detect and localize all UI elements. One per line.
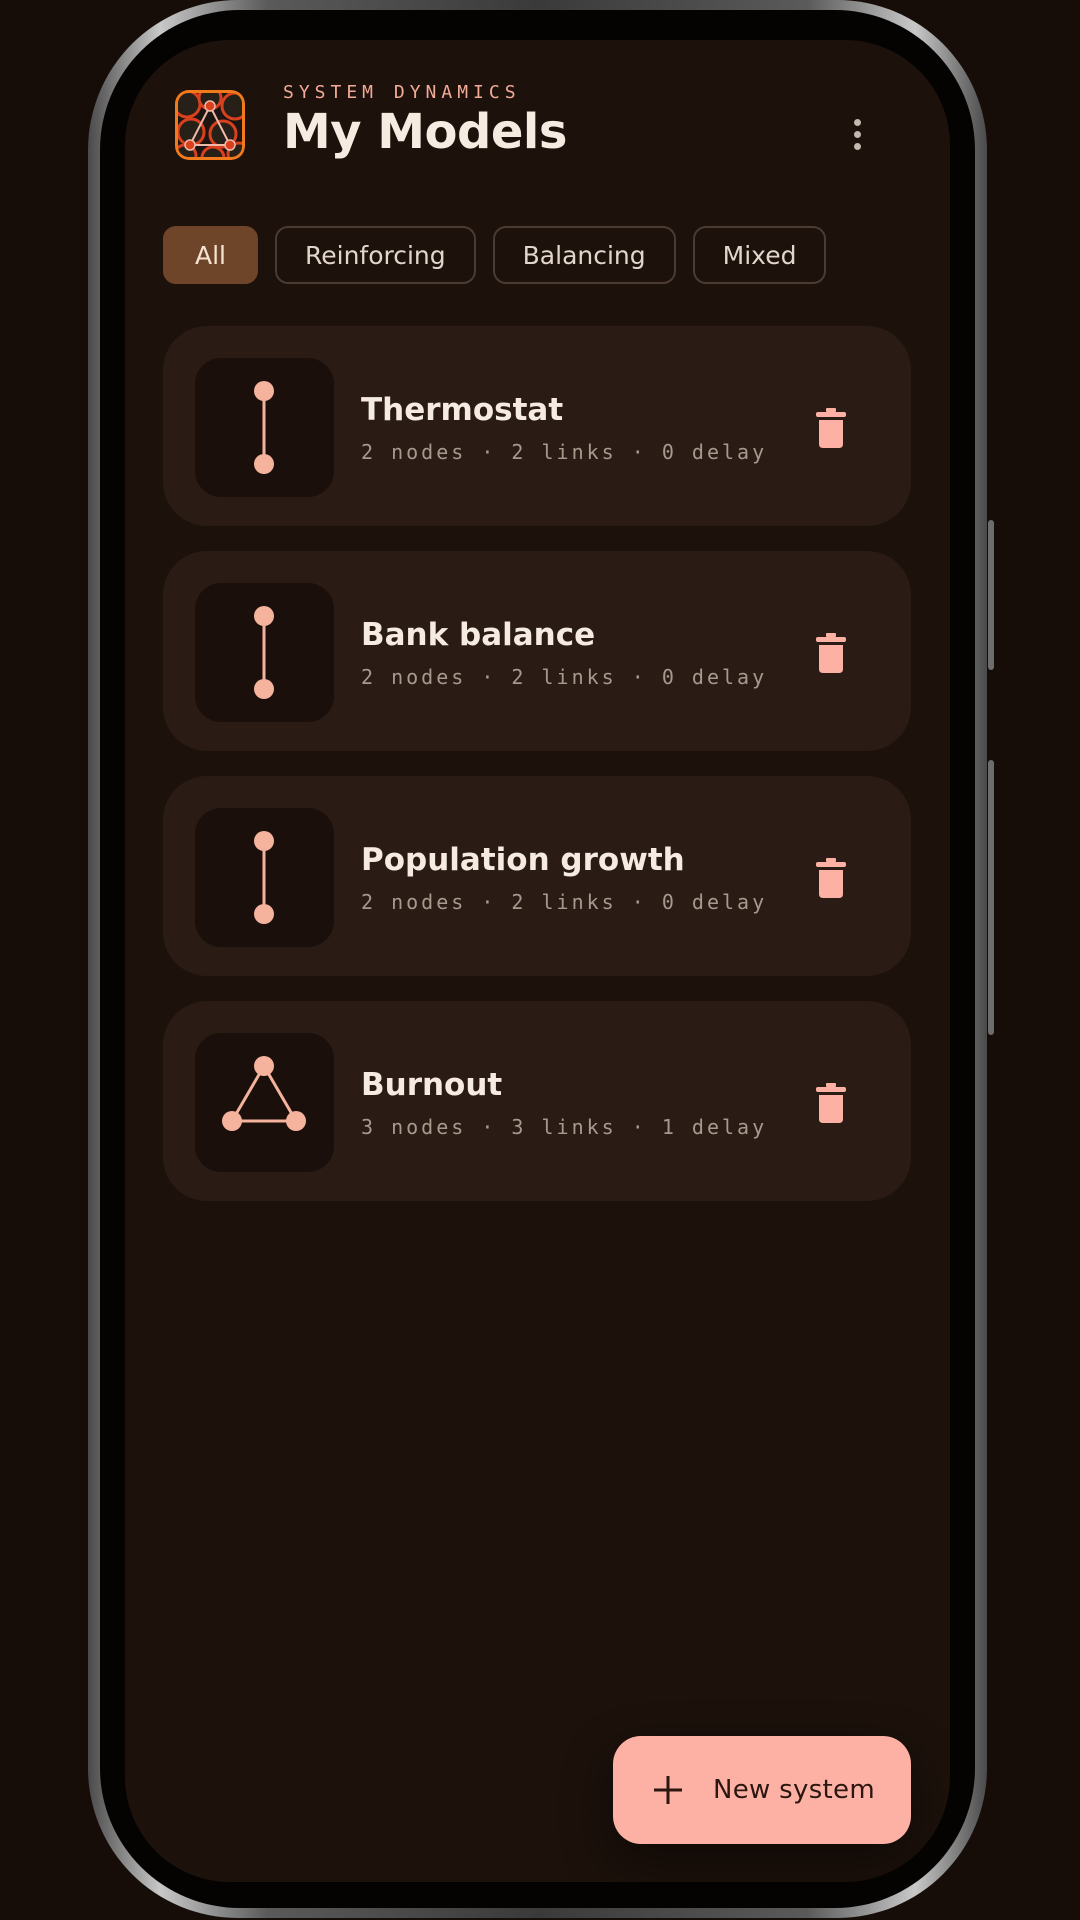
plus-icon: [654, 1776, 682, 1804]
filter-chip-reinforcing[interactable]: Reinforcing: [275, 226, 476, 284]
model-name: Bank balance: [361, 617, 596, 653]
app-overline: SYSTEM DYNAMICS: [283, 82, 521, 103]
phone-side-button: [988, 760, 994, 1035]
two-node-link-icon: [254, 606, 274, 699]
delete-icon[interactable]: [815, 1083, 847, 1123]
delete-icon[interactable]: [815, 858, 847, 898]
model-meta: 2 nodes · 2 links · 0 delay: [361, 440, 768, 464]
new-system-button[interactable]: New system: [613, 1736, 911, 1844]
model-card[interactable]: Thermostat 2 nodes · 2 links · 0 delay: [163, 326, 911, 526]
filter-chips: All Reinforcing Balancing Mixed: [163, 226, 827, 284]
more-vert-icon: [853, 130, 861, 138]
app-logo-icon: [175, 90, 245, 160]
app-screen: SYSTEM DYNAMICS My Models All Reinforcin…: [125, 40, 950, 1882]
model-thumbnail: [195, 358, 334, 497]
page-title: My Models: [283, 104, 567, 160]
model-meta: 3 nodes · 3 links · 1 delay: [361, 1115, 768, 1139]
model-thumbnail: [195, 1033, 334, 1172]
more-vert-icon: [853, 142, 861, 150]
two-node-link-icon: [254, 831, 274, 924]
two-node-link-icon: [254, 381, 274, 474]
model-meta: 2 nodes · 2 links · 0 delay: [361, 665, 768, 689]
model-thumbnail: [195, 808, 334, 947]
model-name: Population growth: [361, 842, 685, 878]
model-thumbnail: [195, 583, 334, 722]
filter-chip-mixed[interactable]: Mixed: [692, 226, 827, 284]
model-card[interactable]: Population growth 2 nodes · 2 links · 0 …: [163, 776, 911, 976]
delete-icon[interactable]: [815, 408, 847, 448]
new-system-label: New system: [713, 1775, 875, 1805]
more-vert-icon: [853, 118, 861, 126]
filter-chip-all[interactable]: All: [163, 226, 258, 284]
phone-side-button: [988, 520, 994, 670]
model-name: Burnout: [361, 1067, 503, 1103]
model-card[interactable]: Burnout 3 nodes · 3 links · 1 delay: [163, 1001, 911, 1201]
model-meta: 2 nodes · 2 links · 0 delay: [361, 890, 768, 914]
model-card[interactable]: Bank balance 2 nodes · 2 links · 0 delay: [163, 551, 911, 751]
more-options-button[interactable]: [837, 104, 877, 164]
model-name: Thermostat: [361, 392, 564, 428]
three-node-triangle-icon: [222, 1056, 306, 1131]
delete-icon[interactable]: [815, 633, 847, 673]
filter-chip-balancing[interactable]: Balancing: [492, 226, 676, 284]
